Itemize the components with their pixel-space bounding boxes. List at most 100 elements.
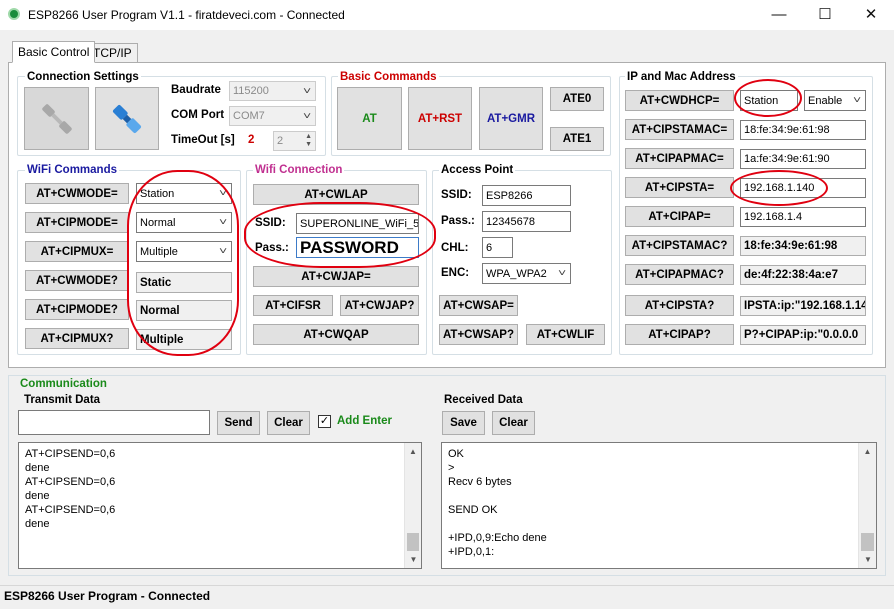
chevron-down-icon: ˅ <box>303 85 312 97</box>
at-button[interactable]: AT <box>337 87 402 150</box>
ap-enc-label: ENC: <box>441 267 470 279</box>
transmit-scrollbar[interactable]: ▲ ▼ <box>404 443 421 568</box>
cipmode-query-button[interactable]: AT+CIPMODE? <box>25 299 129 320</box>
cipap-query-button[interactable]: AT+CIPAP? <box>625 324 734 345</box>
cwjap-query-button[interactable]: AT+CWJAP? <box>340 295 419 316</box>
at-gmr-button[interactable]: AT+GMR <box>479 87 543 150</box>
cifsr-button[interactable]: AT+CIFSR <box>253 295 333 316</box>
cipmux-query-button[interactable]: AT+CIPMUX? <box>25 328 129 349</box>
transmit-log[interactable]: AT+CIPSEND=0,6 dene AT+CIPSEND=0,6 dene … <box>18 442 422 569</box>
cwmode-set-button[interactable]: AT+CWMODE= <box>25 183 129 204</box>
comport-select[interactable]: COM7 ˅ <box>229 106 316 126</box>
ssid-input[interactable]: SUPERONLINE_WiFi_596 <box>296 213 419 234</box>
cipap-set-button[interactable]: AT+CIPAP= <box>625 206 734 227</box>
ap-pass-input[interactable]: 12345678 <box>482 211 571 232</box>
connect-button[interactable] <box>95 87 159 150</box>
clear-transmit-button[interactable]: Clear <box>267 411 310 435</box>
cipapmac-input[interactable]: 1a:fe:34:9e:61:90 <box>740 149 866 169</box>
cwlif-button[interactable]: AT+CWLIF <box>526 324 605 345</box>
cipapmac-query-result: de:4f:22:38:4a:e7 <box>740 265 866 285</box>
connection-settings-title: Connection Settings <box>25 71 141 84</box>
maximize-button[interactable]: ☐ <box>802 0 848 30</box>
add-enter-checkbox[interactable]: ✓ <box>318 415 331 428</box>
cipmode-select[interactable]: Normal ˅ <box>136 212 232 233</box>
scroll-up-icon[interactable]: ▲ <box>405 447 421 456</box>
ate1-button[interactable]: ATE1 <box>550 127 604 151</box>
cwqap-button[interactable]: AT+CWQAP <box>253 324 419 345</box>
cwdhcp-state-value: Enable <box>808 94 843 107</box>
close-button[interactable]: ✕ <box>848 0 894 30</box>
ap-chl-label: CHL: <box>441 242 469 254</box>
cwdhcp-mode-select[interactable]: Station <box>740 90 798 111</box>
timeout-stepper[interactable]: 2 ▲ ▼ <box>273 131 316 151</box>
cwlap-button[interactable]: AT+CWLAP <box>253 184 419 205</box>
cwmode-value: Station <box>140 187 175 200</box>
received-scrollbar[interactable]: ▲ ▼ <box>858 443 876 568</box>
cipmode-query-result: Normal <box>136 300 232 321</box>
ap-pass-label: Pass.: <box>441 215 475 227</box>
scroll-down-icon[interactable]: ▼ <box>859 555 877 564</box>
cipmode-set-button[interactable]: AT+CIPMODE= <box>25 212 129 233</box>
scroll-down-icon[interactable]: ▼ <box>405 555 422 564</box>
cipstamac-input[interactable]: 18:fe:34:9e:61:98 <box>740 120 866 140</box>
cipmux-select[interactable]: Multiple ˅ <box>136 241 232 262</box>
pass-label: Pass.: <box>255 242 289 254</box>
cwsap-query-button[interactable]: AT+CWSAP? <box>439 324 518 345</box>
password-input[interactable]: PASSWORD <box>296 237 419 258</box>
chevron-down-icon: ˅ <box>303 110 312 122</box>
cwjap-set-button[interactable]: AT+CWJAP= <box>253 266 419 287</box>
timeout-value: 2 <box>277 135 284 147</box>
ap-chl-input[interactable]: 6 <box>482 237 513 258</box>
ip-mac-title: IP and Mac Address <box>625 71 738 84</box>
cipsta-input[interactable]: 192.168.1.140 <box>740 178 866 198</box>
cipap-input[interactable]: 192.168.1.4 <box>740 207 866 227</box>
baudrate-select[interactable]: 115200 ˅ <box>229 81 316 101</box>
received-log[interactable]: OK > Recv 6 bytes SEND OK +IPD,0,9:Echo … <box>441 442 877 569</box>
title-bar: ESP8266 User Program V1.1 - firatdeveci.… <box>0 0 894 30</box>
timeout-display: 2 <box>248 134 255 146</box>
cipmux-set-button[interactable]: AT+CIPMUX= <box>25 241 129 262</box>
scroll-thumb[interactable] <box>407 533 419 551</box>
baudrate-label: Baudrate <box>171 84 221 96</box>
at-rst-button[interactable]: AT+RST <box>408 87 472 150</box>
clear-received-button[interactable]: Clear <box>492 411 535 435</box>
cwmode-select[interactable]: Station ˅ <box>136 183 232 204</box>
send-button[interactable]: Send <box>217 411 260 435</box>
save-button[interactable]: Save <box>442 411 485 435</box>
cipstamac-set-button[interactable]: AT+CIPSTAMAC= <box>625 119 734 140</box>
cwdhcp-state-select[interactable]: Enable ˅ <box>804 90 866 111</box>
basic-commands-title: Basic Commands <box>338 71 439 84</box>
cwmode-query-result: Static <box>136 272 232 293</box>
ssid-label: SSID: <box>255 217 286 229</box>
scroll-thumb[interactable] <box>861 533 874 551</box>
cipstamac-query-button[interactable]: AT+CIPSTAMAC? <box>625 235 734 256</box>
spin-arrows-icon[interactable]: ▲ ▼ <box>305 133 315 149</box>
cipapmac-query-button[interactable]: AT+CIPAPMAC? <box>625 264 734 285</box>
plug-connected-icon <box>112 104 142 133</box>
ap-ssid-input[interactable]: ESP8266 <box>482 185 571 206</box>
cipsta-set-button[interactable]: AT+CIPSTA= <box>625 177 734 198</box>
wifi-connection-title: Wifi Connection <box>253 164 345 177</box>
disconnect-button[interactable] <box>24 87 89 150</box>
received-data-title: Received Data <box>444 394 523 406</box>
minimize-button[interactable]: — <box>756 0 802 30</box>
cwmode-query-button[interactable]: AT+CWMODE? <box>25 270 129 291</box>
cwdhcp-button[interactable]: AT+CWDHCP= <box>625 90 734 111</box>
transmit-input[interactable] <box>18 410 210 435</box>
ate0-button[interactable]: ATE0 <box>550 87 604 111</box>
scroll-up-icon[interactable]: ▲ <box>859 447 876 456</box>
transmit-data-title: Transmit Data <box>24 394 101 406</box>
ap-enc-select[interactable]: WPA_WPA2 ˅ <box>482 263 571 284</box>
baudrate-value: 115200 <box>233 85 269 97</box>
status-bar: ESP8266 User Program - Connected <box>0 585 894 609</box>
chevron-down-icon: ˅ <box>219 188 228 199</box>
cwsap-set-button[interactable]: AT+CWSAP= <box>439 295 518 316</box>
cipmux-query-result: Multiple <box>136 329 232 350</box>
cipstamac-query-result: 18:fe:34:9e:61:98 <box>740 236 866 256</box>
tab-basic-control[interactable]: Basic Control <box>12 41 96 63</box>
chevron-down-icon: ˅ <box>219 217 228 228</box>
cipsta-query-button[interactable]: AT+CIPSTA? <box>625 295 734 316</box>
cipapmac-set-button[interactable]: AT+CIPAPMAC= <box>625 148 734 169</box>
window-title: ESP8266 User Program V1.1 - firatdeveci.… <box>28 8 345 22</box>
ap-ssid-label: SSID: <box>441 189 472 201</box>
